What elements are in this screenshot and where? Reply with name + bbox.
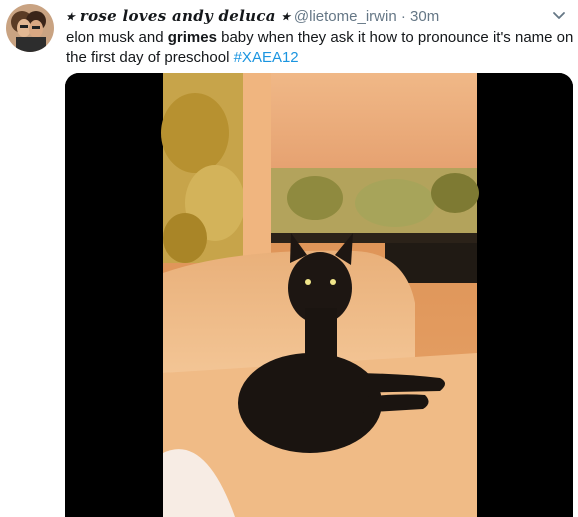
avatar[interactable] [6, 4, 54, 52]
avatar-photo-icon [6, 4, 54, 52]
display-name[interactable]: ⭑ rose loves andy deluca ⭑ [66, 7, 290, 25]
more-options-button[interactable] [548, 6, 570, 26]
tweet-text: elon musk and grimes baby when they ask … [66, 28, 574, 68]
separator-dot: · [400, 8, 406, 25]
tweet-text-part: elon musk and [66, 29, 168, 46]
chevron-down-icon [553, 12, 565, 19]
user-handle[interactable]: @lietome_irwin [294, 8, 397, 25]
tweet-timestamp[interactable]: 30m [410, 8, 439, 25]
tweet-text-bold: grimes [167, 29, 217, 46]
tweet[interactable]: ⭑ rose loves andy deluca ⭑ @lietome_irwi… [0, 0, 578, 517]
video-player[interactable] [65, 73, 573, 517]
video-content [161, 73, 479, 517]
video-frame [65, 73, 573, 517]
tweet-header: ⭑ rose loves andy deluca ⭑ @lietome_irwi… [66, 6, 570, 26]
hashtag-link[interactable]: #XAEA12 [234, 49, 299, 66]
